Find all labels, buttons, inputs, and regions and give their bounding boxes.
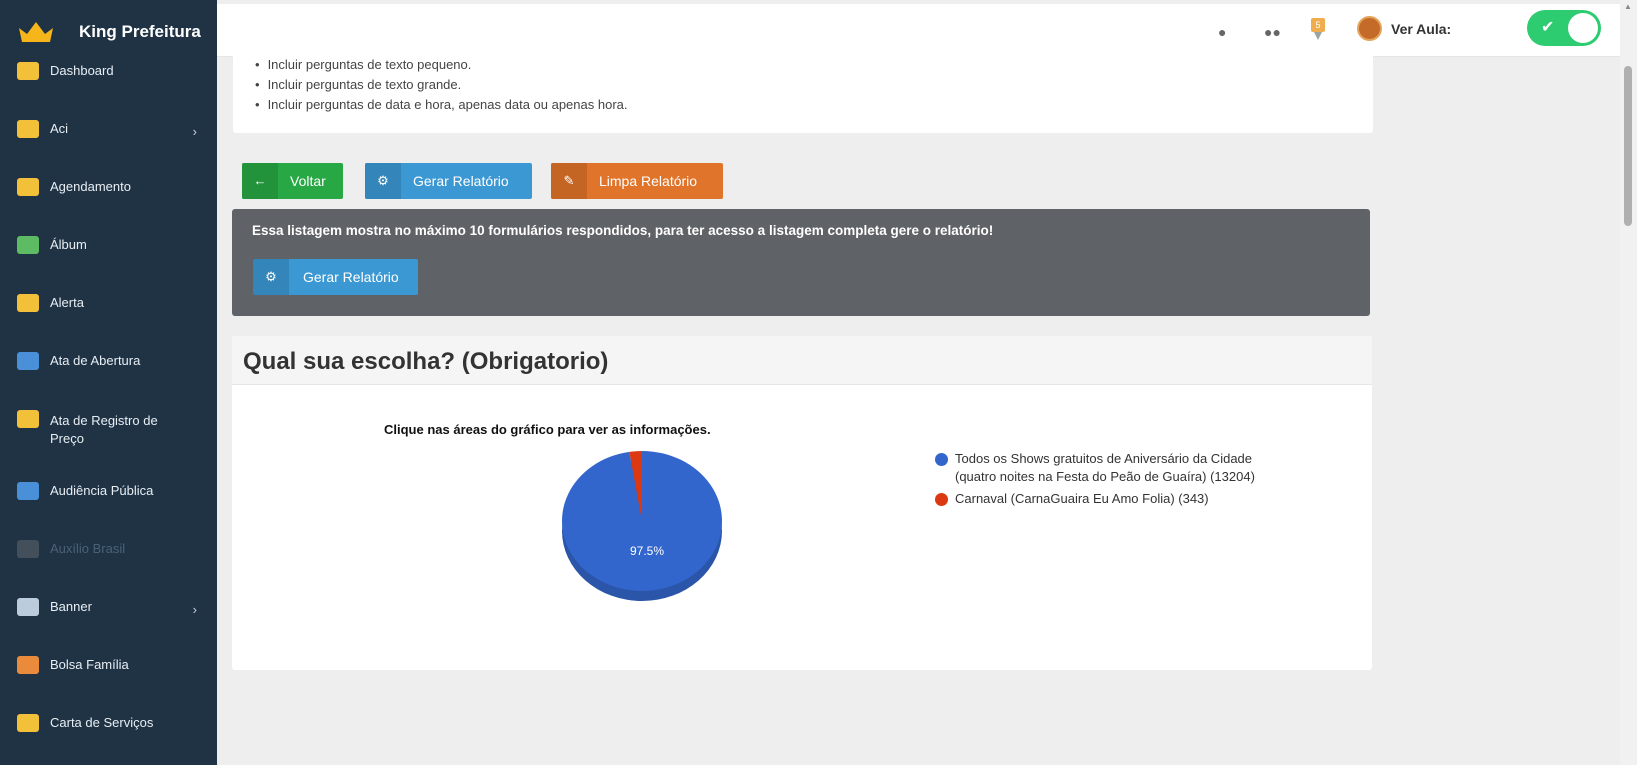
sidebar-item[interactable]: Aci › <box>0 116 217 168</box>
alert-icon <box>17 294 39 312</box>
sidebar: King Prefeitura Dashboard Aci › Agendamento… <box>0 0 217 765</box>
gerar-relatorio-label: Gerar Relatório <box>413 173 509 189</box>
legend-label: Todos os Shows gratuitos de Aniversário … <box>955 451 1255 484</box>
sidebar-item[interactable]: Ata de Abertura <box>0 348 217 400</box>
instructions-card: Incluir perguntas de texto pequeno. Incl… <box>233 53 1373 133</box>
question-header: Qual sua escolha? (Obrigatorio) <box>232 336 1372 385</box>
calendar-icon <box>17 178 39 196</box>
notification-count: 5 <box>1311 18 1325 32</box>
question-card: Qual sua escolha? (Obrigatorio) Clique n… <box>232 336 1372 670</box>
document-icon <box>17 352 39 370</box>
voltar-label: Voltar <box>290 173 326 189</box>
topbar: ● ●● 5 Ver Aula: ✔ <box>217 4 1620 57</box>
notice-panel: Essa listagem mostra no máximo 10 formul… <box>232 209 1370 316</box>
chevron-right-icon: › <box>192 602 197 617</box>
coin-icon <box>17 410 39 428</box>
scroll-thumb[interactable] <box>1624 66 1632 226</box>
notice-button-label: Gerar Relatório <box>303 269 399 285</box>
sidebar-item-label: Aci <box>50 121 69 136</box>
sidebar-item-label: Carta de Serviços <box>50 715 154 730</box>
legend-item[interactable]: Todos os Shows gratuitos de Aniversário … <box>935 450 1265 486</box>
paw-icon[interactable]: ● <box>1218 24 1226 40</box>
dashboard-icon <box>17 62 39 80</box>
voltar-button[interactable]: ← Voltar <box>242 163 343 199</box>
avatar[interactable] <box>1357 16 1382 41</box>
check-icon: ✔ <box>1541 19 1555 36</box>
image-icon <box>17 236 39 254</box>
sidebar-item-label: Auxílio Brasil <box>50 541 126 556</box>
sidebar-item-label: Álbum <box>50 237 87 252</box>
banner-icon <box>17 598 39 616</box>
sidebar-item[interactable]: Ata de Registro de Preço <box>0 408 217 460</box>
gear-icon: ⚙ <box>253 259 289 295</box>
sidebar-item-label: Ata de Registro de Preço <box>50 413 158 446</box>
sidebar-item[interactable]: Auxílio Brasil <box>0 536 217 588</box>
instruction-item: Incluir perguntas de texto pequeno. <box>255 55 628 75</box>
pie-chart[interactable]: 97.5% <box>557 451 727 611</box>
sidebar-item[interactable]: Dashboard <box>0 58 217 110</box>
scroll-up-icon[interactable]: ▲ <box>1624 2 1632 11</box>
instruction-item: Incluir perguntas de data e hora, apenas… <box>255 95 628 115</box>
question-title: Qual sua escolha? (Obrigatorio) <box>243 348 609 375</box>
limpa-relatorio-label: Limpa Relatório <box>599 173 698 189</box>
chart-legend: Todos os Shows gratuitos de Aniversário … <box>935 450 1265 512</box>
sidebar-item-label: Banner <box>50 599 92 614</box>
family-icon <box>17 656 39 674</box>
crown-logo-icon <box>19 22 53 42</box>
toggle-knob <box>1568 13 1598 43</box>
legend-item[interactable]: Carnaval (CarnaGuaira Eu Amo Folia) (343… <box>935 490 1265 508</box>
users-icon[interactable]: ●● <box>1264 24 1281 40</box>
limpa-relatorio-button[interactable]: ✎ Limpa Relatório <box>551 163 723 199</box>
app-title: King Prefeitura <box>79 22 201 41</box>
sidebar-item-label: Bolsa Família <box>50 657 129 672</box>
chart-icon <box>17 540 39 558</box>
sidebar-item[interactable]: Audiência Pública <box>0 478 217 530</box>
eraser-icon: ✎ <box>551 163 587 199</box>
gerar-relatorio-button[interactable]: ⚙ Gerar Relatório <box>365 163 532 199</box>
arrow-left-icon: ← <box>242 163 278 199</box>
legend-marker <box>935 453 948 466</box>
sidebar-item[interactable]: Bolsa Família <box>0 652 217 704</box>
ver-aula-label: Ver Aula: <box>1391 21 1452 37</box>
sidebar-item[interactable]: Álbum <box>0 232 217 284</box>
brand[interactable]: King Prefeitura <box>0 8 217 52</box>
notice-gerar-relatorio-button[interactable]: ⚙ Gerar Relatório <box>253 259 418 295</box>
presentation-icon <box>17 482 39 500</box>
notification-icon[interactable]: 5 <box>1310 18 1326 40</box>
pie-data-label: 97.5% <box>630 544 664 558</box>
scrollbar[interactable]: ▲ <box>1620 0 1637 765</box>
notice-text: Essa listagem mostra no máximo 10 formul… <box>252 223 994 238</box>
sidebar-item-label: Ata de Abertura <box>50 353 141 368</box>
chart-caption: Clique nas áreas do gráfico para ver as … <box>384 422 711 437</box>
sidebar-item-label: Alerta <box>50 295 84 310</box>
legend-marker <box>935 493 948 506</box>
chevron-right-icon: › <box>192 124 197 139</box>
sidebar-item[interactable]: Carta de Serviços <box>0 710 217 762</box>
sidebar-item[interactable]: Agendamento <box>0 174 217 226</box>
folder-icon <box>17 714 39 732</box>
legend-label: Carnaval (CarnaGuaira Eu Amo Folia) (343… <box>955 491 1209 506</box>
sidebar-item-label: Agendamento <box>50 179 131 194</box>
shield-icon <box>17 120 39 138</box>
instruction-item: Incluir perguntas de texto grande. <box>255 75 628 95</box>
ver-aula-toggle[interactable]: ✔ <box>1527 10 1601 46</box>
sidebar-item[interactable]: Banner › <box>0 594 217 646</box>
sidebar-item-label: Audiência Pública <box>50 483 154 498</box>
sidebar-item[interactable]: Alerta <box>0 290 217 342</box>
sidebar-item-label: Dashboard <box>50 63 114 78</box>
gear-icon: ⚙ <box>365 163 401 199</box>
